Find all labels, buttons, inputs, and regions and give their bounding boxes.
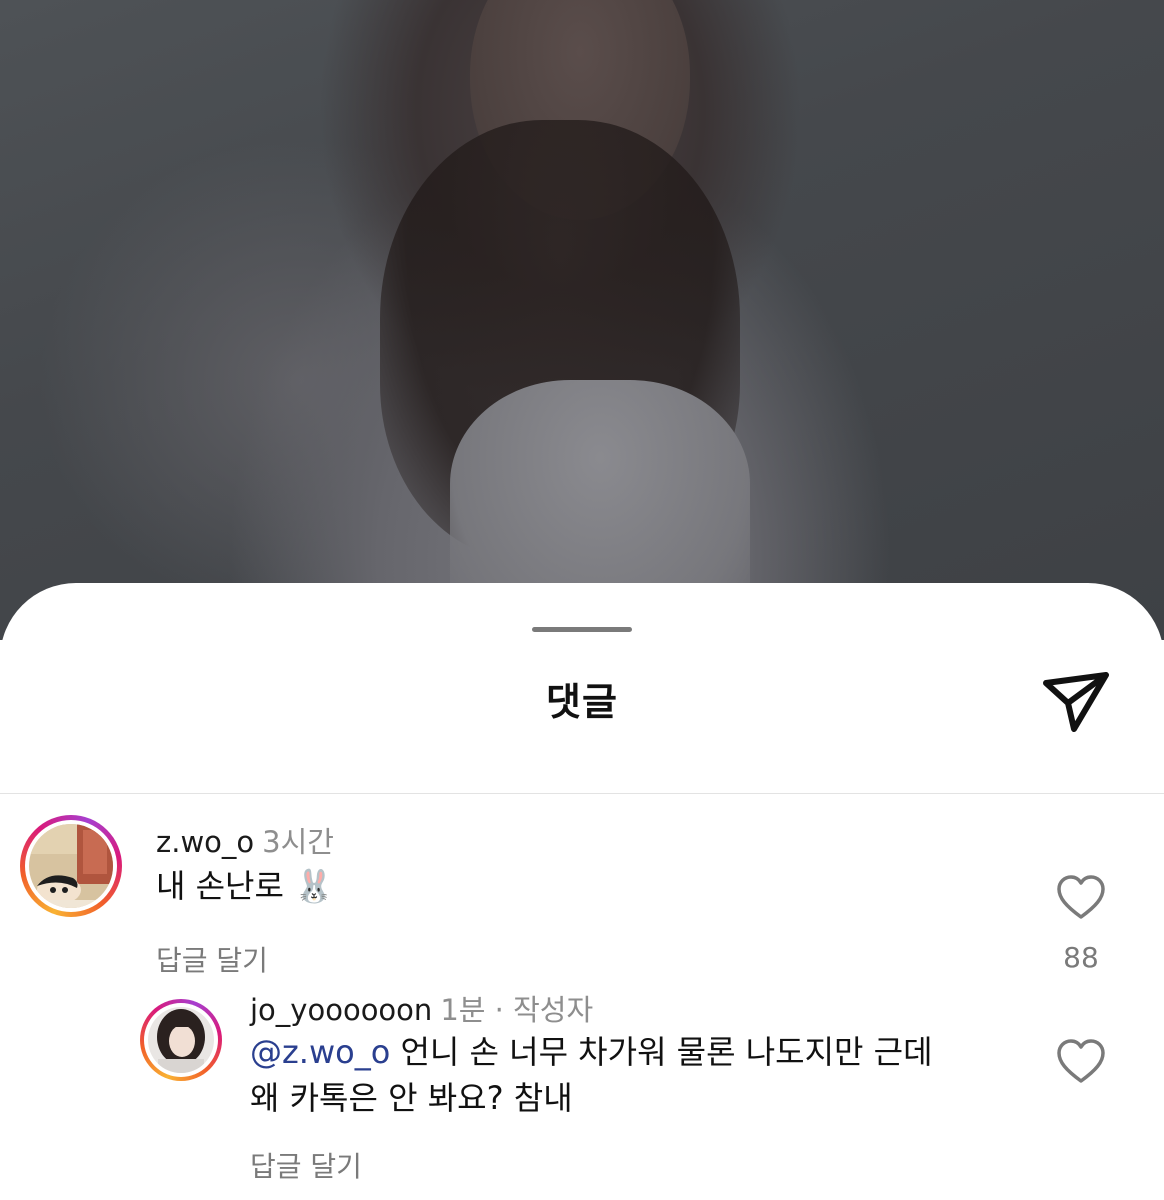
cartoon-avatar-icon (29, 824, 113, 908)
reply-time: 1분 · 작성자 (440, 993, 594, 1027)
reply-username[interactable]: jo_yoooooon (250, 993, 432, 1027)
comment-meta: z.wo_o 3시간 (156, 819, 334, 861)
reply-button[interactable]: 답글 달기 (156, 939, 268, 979)
sheet-grabber[interactable] (532, 627, 632, 632)
screen: 댓글 z.wo_o 3시간 내 손난로 🐰 88 답글 달기 jo_yooooo… (0, 0, 1164, 1200)
reply-item: jo_yoooooon 1분 · 작성자 @z.wo_o 언니 손 너무 차가워 … (0, 993, 1164, 1189)
reply-text-line2: 왜 카톡은 안 봐요? 참내 (250, 1079, 573, 1117)
heart-icon[interactable] (1056, 875, 1106, 921)
mention-link[interactable]: @z.wo_o (250, 1033, 390, 1071)
reply-text-line1: 언니 손 너무 차가워 물론 나도지만 근데 (390, 1033, 933, 1071)
reply-text: @z.wo_o 언니 손 너무 차가워 물론 나도지만 근데 왜 카톡은 안 봐… (250, 1029, 1010, 1121)
post-photo (0, 0, 1164, 640)
comment-username[interactable]: z.wo_o (156, 825, 254, 859)
profile-photo-avatar[interactable] (148, 1007, 214, 1073)
comment-time: 3시간 (262, 825, 334, 859)
reply-button[interactable]: 답글 달기 (250, 1145, 362, 1185)
comment-text: 내 손난로 🐰 (156, 867, 334, 905)
cartoon-avatar[interactable] (29, 824, 113, 908)
sheet-title: 댓글 (546, 680, 618, 724)
paper-plane-icon[interactable] (1038, 665, 1114, 741)
like-count: 88 (1063, 941, 1099, 974)
profile-photo-icon (148, 1007, 214, 1073)
divider (0, 793, 1164, 794)
comment-item: z.wo_o 3시간 내 손난로 🐰 88 답글 달기 (0, 815, 1164, 977)
comments-sheet: 댓글 z.wo_o 3시간 내 손난로 🐰 88 답글 달기 jo_yooooo… (0, 583, 1164, 1200)
heart-icon[interactable] (1056, 1039, 1106, 1085)
reply-meta: jo_yoooooon 1분 · 작성자 (250, 987, 593, 1029)
